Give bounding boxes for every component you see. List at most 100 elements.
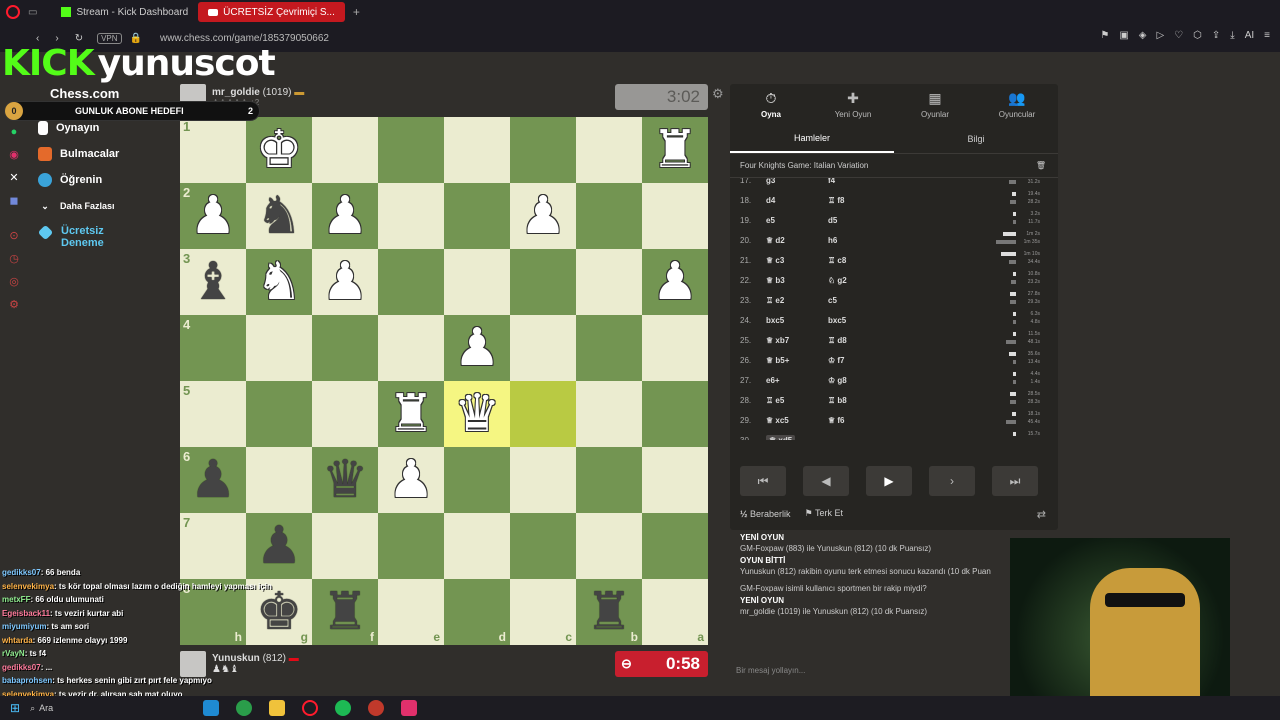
square-h3[interactable]: 3 ♝ (180, 249, 246, 315)
square-f4[interactable] (312, 315, 378, 381)
square-a5[interactable] (642, 381, 708, 447)
white-piece[interactable]: ♟ (444, 315, 510, 381)
square-g2[interactable]: ♞ (246, 183, 312, 249)
tab-kick-dashboard[interactable]: Stream - Kick Dashboard (51, 2, 198, 22)
instagram-icon[interactable]: ◉ (9, 148, 19, 161)
chrome-icon[interactable] (236, 700, 253, 716)
black-piece[interactable]: ♜ (576, 579, 642, 645)
square-e3[interactable] (378, 249, 444, 315)
tab-play[interactable]: ⏱ Oyna (730, 84, 812, 124)
white-move[interactable]: bxc5 (766, 316, 828, 325)
shield-icon[interactable]: ◈ (1139, 30, 1147, 41)
black-move[interactable]: ♕ f6 (828, 416, 888, 425)
square-a8[interactable]: a (642, 579, 708, 645)
sidebar-dot-icon[interactable]: ⊙ (9, 229, 18, 242)
square-g6[interactable] (246, 447, 312, 513)
square-c4[interactable] (510, 315, 576, 381)
square-g5[interactable] (246, 381, 312, 447)
square-f6[interactable]: ♛ (312, 447, 378, 513)
black-piece[interactable]: ♛ (312, 447, 378, 513)
square-c2[interactable]: ♟ (510, 183, 576, 249)
square-h2[interactable]: 2 ♟ (180, 183, 246, 249)
square-d3[interactable] (444, 249, 510, 315)
square-g4[interactable] (246, 315, 312, 381)
white-move[interactable]: ♕ b5+ (766, 356, 828, 365)
black-move[interactable]: ♔ g8 (828, 376, 888, 385)
square-b2[interactable] (576, 183, 642, 249)
white-move[interactable]: ♕ b3 (766, 276, 828, 285)
square-e4[interactable] (378, 315, 444, 381)
black-piece[interactable]: ♜ (312, 579, 378, 645)
menu-icon[interactable]: ≡ (1264, 30, 1270, 41)
black-move[interactable]: c5 (828, 296, 888, 305)
prev-move-button[interactable]: ◀ (803, 466, 849, 496)
square-e6[interactable]: ♟ (378, 447, 444, 513)
white-move[interactable]: ♕ xc5 (766, 416, 828, 425)
square-e7[interactable] (378, 513, 444, 579)
trash-icon[interactable]: 🗑 (1036, 161, 1046, 170)
black-move[interactable]: ♖ b8 (828, 396, 888, 405)
workspace-icon[interactable]: ▭ (28, 7, 37, 18)
taskbar-search[interactable]: Ara (39, 703, 53, 713)
x-icon[interactable]: ✕ (9, 171, 18, 184)
square-c1[interactable] (510, 117, 576, 183)
windows-start-icon[interactable]: ⊞ (10, 701, 20, 715)
move-list[interactable]: 17. g3 f4 31.2s 18. d4 ♖ f8 19.4s 28.2s 19. e5 d5 3.… (730, 178, 1058, 440)
square-c6[interactable] (510, 447, 576, 513)
black-move[interactable]: d5 (828, 216, 888, 225)
white-piece[interactable]: ♟ (312, 249, 378, 315)
first-move-button[interactable]: ⏮ (740, 466, 786, 496)
square-g1[interactable]: ♚ (246, 117, 312, 183)
square-f7[interactable] (312, 513, 378, 579)
gear-icon[interactable]: ⚙ (712, 86, 724, 102)
white-piece[interactable]: ♟ (312, 183, 378, 249)
discord-icon[interactable]: ◼ (9, 194, 18, 207)
square-d1[interactable] (444, 117, 510, 183)
square-f2[interactable]: ♟ (312, 183, 378, 249)
white-move[interactable]: e5 (766, 216, 828, 225)
square-c8[interactable]: c (510, 579, 576, 645)
black-move[interactable]: ♖ f8 (828, 196, 888, 205)
draw-button[interactable]: ½ Beraberlik (740, 509, 791, 519)
square-d7[interactable] (444, 513, 510, 579)
square-d6[interactable] (444, 447, 510, 513)
square-b1[interactable] (576, 117, 642, 183)
tab-chess[interactable]: ÜCRETSİZ Çevrimiçi S... (198, 2, 345, 22)
square-a1[interactable]: ♜ (642, 117, 708, 183)
settings-icon[interactable]: ⚙ (9, 298, 19, 311)
ai-label[interactable]: AI (1245, 30, 1254, 41)
spotify-icon[interactable] (335, 700, 352, 716)
black-move[interactable]: ♖ c8 (828, 256, 888, 265)
square-e5[interactable]: ♜ (378, 381, 444, 447)
square-e8[interactable]: e (378, 579, 444, 645)
black-move[interactable]: f4 (828, 178, 888, 185)
black-piece[interactable]: ♟ (180, 447, 246, 513)
tab-new-game[interactable]: ✚ Yeni Oyun (812, 84, 894, 124)
square-f5[interactable] (312, 381, 378, 447)
square-g3[interactable]: ♞ (246, 249, 312, 315)
tab-info[interactable]: Bilgi (894, 124, 1058, 153)
square-c3[interactable] (510, 249, 576, 315)
play-icon[interactable]: ▷ (1156, 30, 1164, 41)
white-move[interactable]: d4 (766, 196, 828, 205)
message-input[interactable]: Bir mesaj yollayın... (730, 660, 1020, 680)
black-move[interactable]: h6 (828, 236, 888, 245)
flip-board-icon[interactable]: ⇄ (1037, 508, 1046, 521)
sidebar-item-puzzles[interactable]: Bulmacalar (38, 141, 148, 167)
bookmark-icon[interactable]: ⚑ (1100, 30, 1109, 41)
new-tab-icon[interactable]: + (353, 5, 360, 19)
black-move[interactable]: ♔ f7 (828, 356, 888, 365)
black-move[interactable]: bxc5 (828, 316, 888, 325)
square-h1[interactable]: 1 (180, 117, 246, 183)
square-e2[interactable] (378, 183, 444, 249)
obs-icon[interactable] (401, 700, 418, 716)
white-piece[interactable]: ♟ (510, 183, 576, 249)
square-a6[interactable] (642, 447, 708, 513)
square-b4[interactable] (576, 315, 642, 381)
chess-board[interactable]: 1 ♚ ♜ 2 ♟ ♞ ♟ ♟ 3 ♝ ♞ ♟ ♟ 4 ♟ 5 ♜ ♛ 6 ♟ ♛ ♟ 7 ♟ 8 h g ♚ f ♜ e d c b ♜ a (180, 117, 708, 645)
edge-icon[interactable] (203, 700, 220, 716)
white-move[interactable]: ♖ e2 (766, 296, 828, 305)
black-piece[interactable]: ♞ (246, 183, 312, 249)
tab-moves[interactable]: Hamleler (730, 124, 894, 153)
sidebar-item-trial[interactable]: Ücretsiz Deneme (37, 219, 148, 259)
